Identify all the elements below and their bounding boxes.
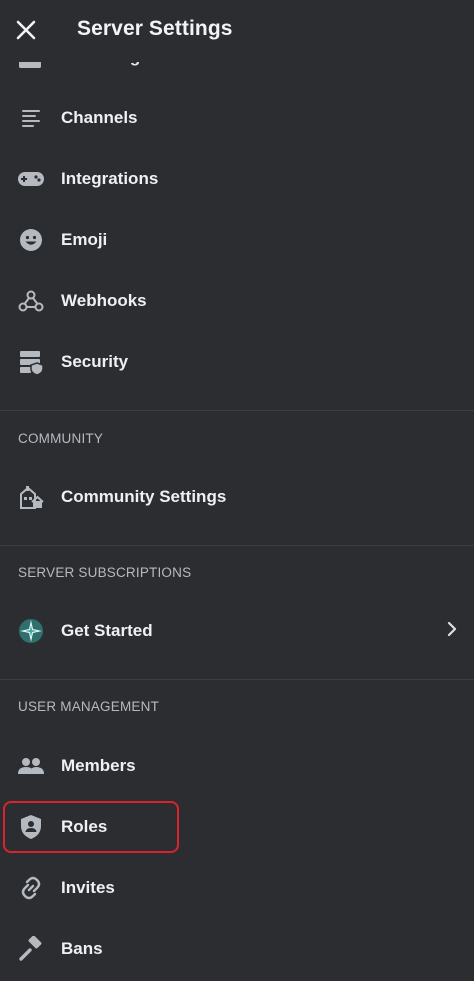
section-heading-community: COMMUNITY (18, 431, 104, 446)
sidebar-item-label: Get Started (61, 621, 153, 640)
security-icon (17, 348, 45, 376)
sidebar-item-label: Invites (61, 878, 115, 897)
link-icon (17, 874, 45, 902)
sidebar-item-get-started[interactable]: Get Started (0, 603, 474, 659)
webhook-icon (17, 287, 45, 315)
members-icon (17, 752, 45, 780)
sidebar-item-label: Emoji (61, 230, 108, 249)
section-divider (0, 545, 474, 546)
header-bar: Server Settings (0, 0, 474, 62)
sidebar-item-community-settings[interactable]: Community Settings (0, 469, 474, 525)
sidebar-item-integrations[interactable]: Integrations (0, 151, 474, 207)
channels-icon (17, 104, 45, 132)
page-title: Server Settings (77, 17, 233, 40)
sidebar-item-label: Webhooks (61, 291, 147, 310)
sidebar-item-label: Community Settings (61, 487, 227, 506)
sidebar-item-label: Bans (61, 939, 103, 958)
section-divider (0, 679, 474, 680)
community-icon (17, 483, 45, 511)
sidebar-item-members[interactable]: Members (0, 738, 474, 794)
section-heading-user-management: USER MANAGEMENT (18, 699, 160, 714)
sidebar-item-label: Security (61, 352, 129, 371)
sidebar-item-label: Channels (61, 108, 138, 127)
sidebar-item-emoji[interactable]: Emoji (0, 212, 474, 268)
chevron-right-icon (446, 620, 458, 643)
sidebar-item-invites[interactable]: Invites (0, 860, 474, 916)
sidebar-item-security[interactable]: Security (0, 334, 474, 390)
sidebar-item-label: Members (61, 756, 136, 775)
compass-star-icon (17, 617, 45, 645)
sidebar-item-label: Integrations (61, 169, 159, 188)
hammer-icon (17, 935, 45, 963)
sidebar-item-channels[interactable]: Channels (0, 90, 474, 146)
sidebar-item-bans[interactable]: Bans (0, 921, 474, 977)
emoji-icon (17, 226, 45, 254)
gamepad-icon (17, 165, 45, 193)
section-heading-subscriptions: SERVER SUBSCRIPTIONS (18, 565, 192, 580)
sidebar-item-webhooks[interactable]: Webhooks (0, 273, 474, 329)
highlight-box (3, 801, 179, 853)
section-divider (0, 410, 474, 411)
close-icon[interactable] (14, 18, 38, 42)
